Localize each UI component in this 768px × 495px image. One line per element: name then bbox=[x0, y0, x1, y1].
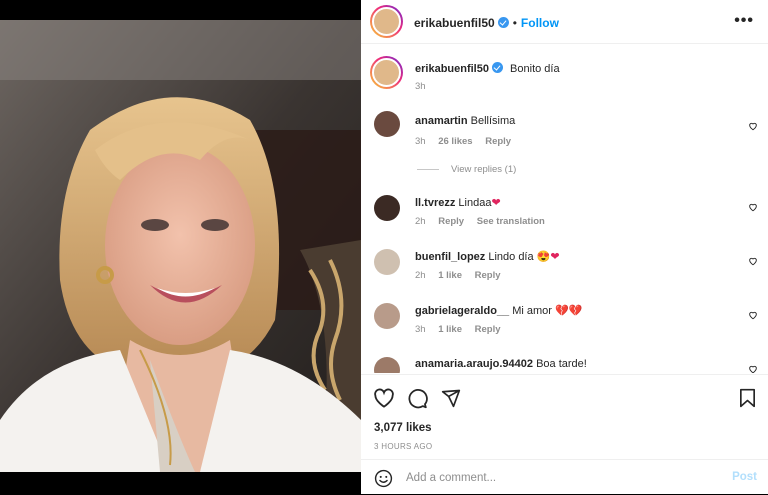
commenter-avatar[interactable] bbox=[374, 357, 400, 373]
caption-time: 3h bbox=[415, 81, 426, 92]
more-options-icon[interactable]: ••• bbox=[734, 12, 754, 30]
reply-button[interactable]: Reply bbox=[475, 324, 501, 335]
author-line: erikabuenfil50 • Follow bbox=[414, 14, 559, 32]
author-username[interactable]: erikabuenfil50 bbox=[414, 16, 495, 30]
comment-item: anamartin Bellísima 3h 26 likes Reply Vi… bbox=[361, 109, 768, 175]
comment-text: Bellísima bbox=[470, 115, 516, 127]
comment-likes[interactable]: 1 like bbox=[438, 324, 462, 335]
comment-text-line: gabrielageraldo__ Mi amor 💔💔 bbox=[415, 304, 582, 317]
post-photo[interactable] bbox=[0, 20, 361, 472]
caption-username[interactable]: erikabuenfil50 bbox=[415, 63, 489, 75]
heart-icon[interactable] bbox=[748, 121, 758, 131]
view-replies-button[interactable]: View replies (1) bbox=[417, 164, 516, 175]
posted-time: 3 HOURS AGO bbox=[374, 442, 433, 451]
caption-text-line: erikabuenfil50 Bonito día bbox=[415, 62, 560, 75]
heart-icon[interactable] bbox=[748, 364, 758, 373]
caption-meta: 3h bbox=[415, 81, 436, 92]
comment-input[interactable] bbox=[406, 469, 706, 487]
comment-meta: 3h 26 likes Reply bbox=[415, 136, 521, 147]
comment-time: 2h bbox=[415, 216, 426, 227]
comment-icon[interactable] bbox=[407, 388, 428, 409]
comment-username[interactable]: ll.tvrezz bbox=[415, 197, 455, 209]
commenter-avatar[interactable] bbox=[374, 111, 400, 137]
heart-icon[interactable] bbox=[748, 256, 758, 266]
emoji: 😍❤ bbox=[536, 251, 560, 263]
comment-time: 2h bbox=[415, 270, 426, 281]
comment-username[interactable]: anamartin bbox=[415, 115, 468, 127]
see-translation-button[interactable]: See translation bbox=[477, 216, 545, 227]
comment-time: 3h bbox=[415, 136, 426, 147]
comment-text-line: ll.tvrezz Lindaa❤ bbox=[415, 196, 501, 209]
comment-item: gabrielageraldo__ Mi amor 💔💔 3h 1 like R… bbox=[361, 301, 768, 345]
post-actions: 3,077 likes 3 HOURS AGO Post bbox=[361, 374, 768, 494]
comment-item: ll.tvrezz Lindaa❤ 2h Reply See translati… bbox=[361, 193, 768, 237]
caption: erikabuenfil50 Bonito día 3h bbox=[361, 55, 768, 95]
post-details-panel: erikabuenfil50 • Follow ••• erikabuenfil50… bbox=[361, 0, 768, 494]
heart-icon[interactable] bbox=[373, 388, 395, 408]
comment-text-line: anamartin Bellísima bbox=[415, 115, 515, 127]
comment-text: Boa tarde! bbox=[536, 358, 587, 370]
comment-meta: 2h Reply See translation bbox=[415, 216, 555, 227]
comment-item: buenfil_lopez Lindo día 😍❤ 2h 1 like Rep… bbox=[361, 247, 768, 291]
commenter-avatar[interactable] bbox=[374, 249, 400, 275]
add-comment-bar: Post bbox=[361, 459, 768, 495]
post-viewer: erikabuenfil50 • Follow ••• erikabuenfil50… bbox=[0, 0, 768, 494]
comment-username[interactable]: gabrielageraldo__ bbox=[415, 305, 509, 317]
woman-selfie-image bbox=[0, 20, 361, 472]
bookmark-icon[interactable] bbox=[739, 388, 756, 408]
post-header: erikabuenfil50 • Follow ••• bbox=[361, 0, 768, 44]
comment-meta: 2h 1 like Reply bbox=[415, 270, 511, 281]
likes-count[interactable]: 3,077 likes bbox=[374, 422, 432, 434]
share-icon[interactable] bbox=[441, 388, 461, 408]
heart-icon[interactable] bbox=[748, 310, 758, 320]
comment-text: Lindo día bbox=[488, 251, 534, 263]
comment-item: anamaria.araujo.94402 Boa tarde! bbox=[361, 355, 768, 373]
caption-avatar[interactable] bbox=[370, 56, 403, 89]
comment-meta: 3h 1 like Reply bbox=[415, 324, 511, 335]
comment-text-line: buenfil_lopez Lindo día 😍❤ bbox=[415, 250, 560, 263]
emoji-icon[interactable] bbox=[374, 469, 393, 488]
emoji: 💔💔 bbox=[555, 305, 583, 317]
comments-list[interactable]: erikabuenfil50 Bonito día 3h anamartin B… bbox=[361, 45, 768, 373]
comment-time: 3h bbox=[415, 324, 426, 335]
comment-text-line: anamaria.araujo.94402 Boa tarde! bbox=[415, 358, 587, 370]
heart-icon[interactable] bbox=[748, 202, 758, 212]
comment-text: Mi amor bbox=[512, 305, 552, 317]
reply-button[interactable]: Reply bbox=[438, 216, 464, 227]
follow-button[interactable]: Follow bbox=[521, 16, 559, 30]
commenter-avatar[interactable] bbox=[374, 195, 400, 221]
caption-text: Bonito día bbox=[510, 63, 560, 75]
separator-dot: • bbox=[512, 16, 517, 30]
comment-likes[interactable]: 1 like bbox=[438, 270, 462, 281]
verified-badge-icon bbox=[497, 17, 509, 28]
reply-button[interactable]: Reply bbox=[475, 270, 501, 281]
commenter-avatar[interactable] bbox=[374, 303, 400, 329]
heart-emoji: ❤ bbox=[491, 197, 501, 209]
comment-likes[interactable]: 26 likes bbox=[438, 136, 472, 147]
post-button[interactable]: Post bbox=[732, 471, 757, 483]
verified-badge-icon bbox=[491, 62, 503, 73]
comment-text: Lindaa bbox=[458, 197, 492, 209]
comment-username[interactable]: buenfil_lopez bbox=[415, 251, 485, 263]
reply-button[interactable]: Reply bbox=[485, 136, 511, 147]
comment-username[interactable]: anamaria.araujo.94402 bbox=[415, 358, 533, 370]
author-avatar[interactable] bbox=[370, 5, 403, 38]
